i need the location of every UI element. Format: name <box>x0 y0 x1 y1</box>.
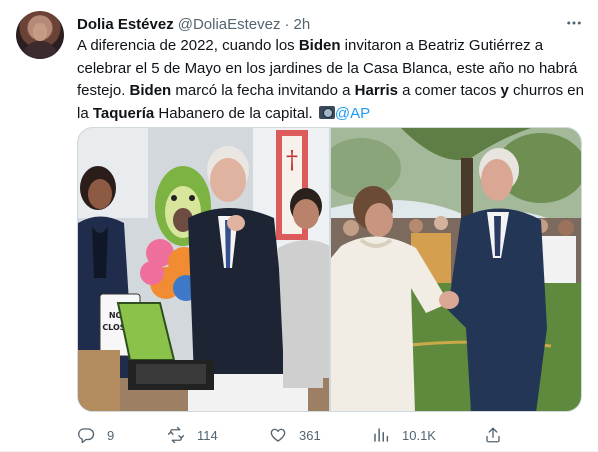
tweet-text-part: A diferencia de 2022, cuando los <box>77 37 299 54</box>
author-name[interactable]: Dolia Estévez <box>77 16 174 33</box>
reply-button[interactable]: 9 <box>77 424 114 446</box>
tweet-bold-biden-2: Biden <box>129 82 172 99</box>
mention-link[interactable]: @AP <box>335 105 370 122</box>
timestamp[interactable]: 2h <box>294 16 311 33</box>
retweet-button[interactable]: 114 <box>167 424 218 446</box>
media-grid: † CLOSED <box>77 127 582 412</box>
like-count: 361 <box>299 427 321 443</box>
share-button[interactable] <box>484 424 514 446</box>
photo-taqueria[interactable]: † CLOSED <box>78 128 329 411</box>
more-horizontal-icon[interactable] <box>562 12 586 34</box>
tweet-bold-biden-1: Biden <box>298 37 341 54</box>
tweet[interactable]: Dolia Estévez @DoliaEstevez · 2h A difer… <box>0 0 598 452</box>
views-count: 10.1K <box>402 427 436 443</box>
more-dots-glyph <box>567 21 581 25</box>
tweet-text-part: marcó la fecha invitando a <box>171 82 355 99</box>
tweet-text-part: Habanero de la capital. <box>154 104 317 122</box>
photo-casa-blanca-drawing <box>331 128 581 411</box>
tweet-text-part: a comer tacos <box>398 82 501 99</box>
retweet-count: 114 <box>197 427 218 443</box>
tweet-bold-taqueria: Taquería <box>92 104 155 122</box>
avatar-face <box>33 23 47 41</box>
heart-icon <box>270 428 286 442</box>
tweet-text: A diferencia de 2022, cuando los Biden i… <box>77 35 585 125</box>
avatar-body <box>24 41 56 59</box>
share-icon <box>486 427 500 443</box>
separator-dot: · <box>284 15 290 33</box>
tweet-actions: 9 114 361 10.1K <box>77 424 517 446</box>
svg-text:†: † <box>286 146 298 174</box>
retweet-icon <box>167 426 185 444</box>
camera-emoji-icon <box>318 105 335 119</box>
photo-taqueria-drawing: † CLOSED <box>78 128 329 411</box>
like-button[interactable]: 361 <box>269 424 321 446</box>
avatar[interactable] <box>16 11 64 59</box>
tweet-bold-y: y <box>500 82 509 99</box>
author-handle[interactable]: @DoliaEstevez <box>178 16 281 33</box>
photo-casa-blanca[interactable] <box>331 128 581 411</box>
tweet-header: Dolia Estévez @DoliaEstevez · 2h <box>77 14 310 34</box>
tweet-bold-harris: Harris <box>354 82 398 99</box>
views-button[interactable]: 10.1K <box>372 424 436 446</box>
views-icon <box>374 428 389 442</box>
reply-icon <box>78 428 95 444</box>
reply-count: 9 <box>107 427 115 443</box>
